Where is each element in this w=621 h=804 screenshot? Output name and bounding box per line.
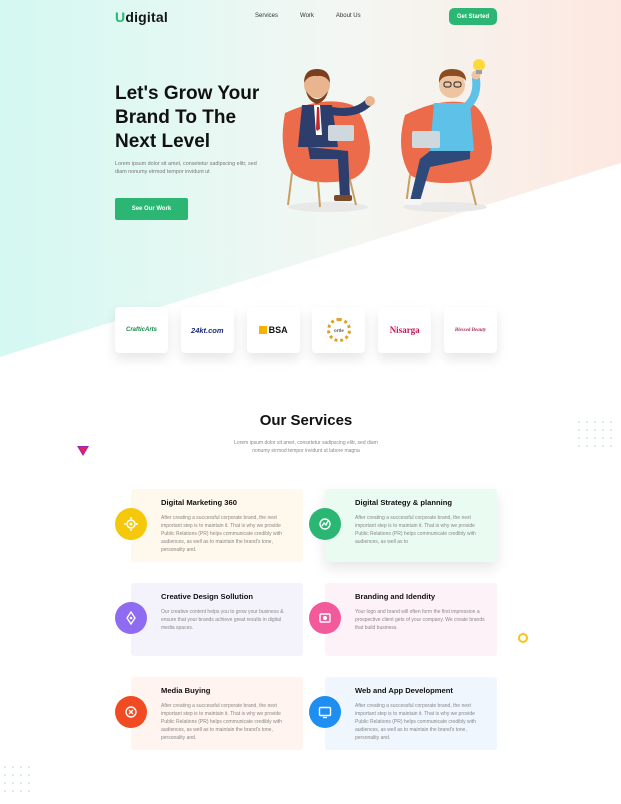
partner-logo-nisarga[interactable]: Nisarga xyxy=(378,307,432,353)
service-description: After creating a successful corporate br… xyxy=(355,703,476,741)
service-card-web-app[interactable]: Web and App Development After creating a… xyxy=(309,677,497,750)
partner-name: ortle xyxy=(334,327,344,333)
web-app-icon xyxy=(309,696,341,728)
brand-identity-icon xyxy=(309,602,341,634)
ortle-ring-icon: ortle xyxy=(326,318,351,342)
nav-item-services[interactable]: Services xyxy=(255,13,278,19)
services-subtitle: Lorem ipsum dolor sit amet, consetetur s… xyxy=(234,440,378,454)
service-card-branding[interactable]: Branding and Idendity Your logo and bran… xyxy=(309,583,497,656)
service-description: After creating a successful corporate br… xyxy=(161,515,282,553)
ring-decoration-icon xyxy=(518,633,528,643)
hero-subtitle: Lorem ipsum dolor sit amet, consetetur s… xyxy=(115,161,257,175)
partner-name: 24kt.com xyxy=(191,325,224,335)
service-title: Digital Marketing 360 xyxy=(161,498,237,507)
service-description: Your logo and brand will often form the … xyxy=(355,609,485,631)
main-nav: Services Work About Us xyxy=(255,13,361,19)
service-card-digital-strategy[interactable]: Digital Strategy & planning After creati… xyxy=(309,489,497,562)
partner-logo-blessed-beauty[interactable]: Blessed Beauty xyxy=(443,307,497,353)
chart-strategy-icon xyxy=(309,508,341,540)
service-title: Web and App Development xyxy=(355,686,453,695)
service-description: Our creative content helps you to grow y… xyxy=(161,609,284,631)
service-card-media-buying[interactable]: Media Buying After creating a successful… xyxy=(115,677,303,750)
service-description: After creating a successful corporate br… xyxy=(355,515,476,545)
hero-title: Let's Grow Your Brand To The Next Level xyxy=(115,83,260,152)
see-our-work-button[interactable]: See Our Work xyxy=(115,198,188,220)
service-card-creative-design[interactable]: Creative Design Sollution Our creative c… xyxy=(115,583,303,656)
partner-logo-ortle[interactable]: ortle xyxy=(312,307,366,353)
nav-item-about-us[interactable]: About Us xyxy=(336,13,361,19)
media-buying-icon xyxy=(115,696,147,728)
partner-logo-24kt[interactable]: 24kt.com xyxy=(180,307,234,353)
service-title: Creative Design Sollution xyxy=(161,592,253,601)
pen-nib-icon xyxy=(115,602,147,634)
nav-item-work[interactable]: Work xyxy=(300,13,314,19)
services-title: Our Services xyxy=(259,412,353,429)
partner-name: Blessed Beauty xyxy=(454,327,487,333)
hero-illustration xyxy=(270,55,505,220)
partner-logo-crafticarts[interactable]: CrafticArts xyxy=(115,307,168,353)
partner-name: BSA xyxy=(268,325,288,335)
partner-logo-bsa[interactable]: BSA xyxy=(246,307,300,353)
service-description: After creating a successful corporate br… xyxy=(161,703,282,741)
triangle-decoration-icon xyxy=(76,444,90,456)
gear-megaphone-icon xyxy=(115,508,147,540)
dot-grid-decoration-icon xyxy=(3,765,37,799)
service-card-digital-marketing[interactable]: Digital Marketing 360 After creating a s… xyxy=(115,489,303,562)
partner-name: Nisarga xyxy=(389,325,420,335)
get-started-button[interactable]: Get Started xyxy=(449,8,497,25)
partner-logos: CrafticArts 24kt.com BSA ortle Nisarga B… xyxy=(115,307,497,353)
bsa-mark-icon xyxy=(258,326,267,334)
brand-logo[interactable]: Udigital xyxy=(115,9,168,25)
service-title: Branding and Idendity xyxy=(355,592,436,601)
partner-name: CrafticArts xyxy=(125,327,157,333)
service-title: Digital Strategy & planning xyxy=(355,498,453,507)
service-title: Media Buying xyxy=(161,686,211,695)
dot-grid-decoration-icon xyxy=(577,420,617,452)
